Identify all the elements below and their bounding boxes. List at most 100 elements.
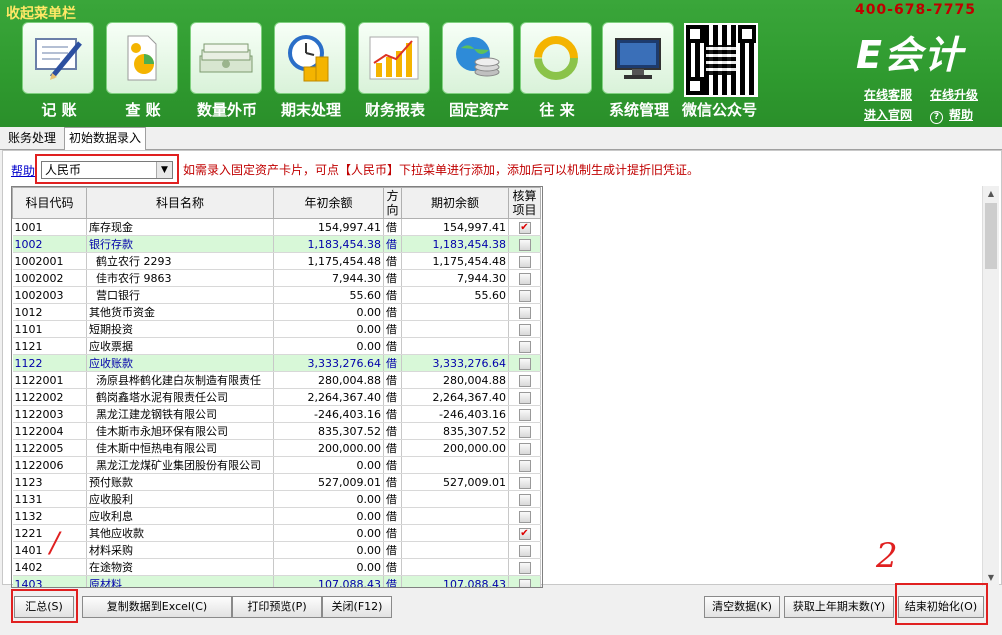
checkbox[interactable] xyxy=(518,391,531,404)
checkbox[interactable] xyxy=(518,238,531,251)
cell-year-balance[interactable]: 0.00 xyxy=(273,456,384,474)
cell-opening-balance[interactable] xyxy=(401,303,509,321)
tab-accounting[interactable]: 账务处理 xyxy=(4,128,60,148)
table-row[interactable]: 1122005 佳木斯中恒热电有限公司 200,000.00 借 200,000.00 xyxy=(12,439,541,457)
cell-name[interactable]: 在途物资 xyxy=(86,558,274,576)
cell-code[interactable]: 1403 xyxy=(12,575,87,587)
table-row[interactable]: 1002002 佳市农行 9863 7,944.30 借 7,944.30 xyxy=(12,269,541,287)
checked-checkbox[interactable]: ✔ xyxy=(518,527,531,540)
cell-code[interactable]: 1402 xyxy=(12,558,87,576)
col-header-name[interactable]: 科目名称 xyxy=(86,187,274,219)
checkbox[interactable] xyxy=(518,459,531,472)
cell-year-balance[interactable]: 0.00 xyxy=(273,524,384,542)
cell-code[interactable]: 1122 xyxy=(12,354,87,372)
cell-direction[interactable]: 借 xyxy=(383,439,402,457)
cell-direction[interactable]: 借 xyxy=(383,490,402,508)
official-site-link[interactable]: 进入官网 xyxy=(864,106,912,123)
cell-name[interactable]: 佳木斯中恒热电有限公司 xyxy=(86,439,274,457)
col-header-direction[interactable]: 方向 xyxy=(383,187,402,219)
col-header-year-balance[interactable]: 年初余额 xyxy=(273,187,384,219)
scroll-thumb[interactable] xyxy=(985,203,997,269)
checkbox[interactable] xyxy=(518,255,531,268)
cell-opening-balance[interactable] xyxy=(401,524,509,542)
cell-code[interactable]: 1002001 xyxy=(12,252,87,270)
cell-year-balance[interactable]: 2,264,367.40 xyxy=(273,388,384,406)
cell-code[interactable]: 1122002 xyxy=(12,388,87,406)
cell-name[interactable]: 应收账款 xyxy=(86,354,274,372)
cell-year-balance[interactable]: 107,088.43 xyxy=(273,575,384,587)
copy-to-excel-button[interactable]: 复制数据到Excel(C) xyxy=(82,596,232,618)
checkbox[interactable] xyxy=(518,476,531,489)
tool-receivables-payables[interactable]: 往 来 xyxy=(520,22,594,120)
cell-year-balance[interactable]: 1,183,454.38 xyxy=(273,235,384,253)
print-preview-button[interactable]: 打印预览(P) xyxy=(232,596,322,618)
chevron-down-icon[interactable]: ▼ xyxy=(156,162,172,178)
cell-code[interactable]: 1012 xyxy=(12,303,87,321)
help-link-inline[interactable]: 帮助 xyxy=(11,162,35,179)
cell-year-balance[interactable]: 0.00 xyxy=(273,337,384,355)
cell-direction[interactable]: 借 xyxy=(383,235,402,253)
cell-opening-balance[interactable]: 200,000.00 xyxy=(401,439,509,457)
cell-year-balance[interactable]: 280,004.88 xyxy=(273,371,384,389)
checkbox[interactable] xyxy=(518,306,531,319)
tool-fixed-assets[interactable]: 固定资产 xyxy=(442,22,516,120)
cell-name[interactable]: 佳木斯市永旭环保有限公司 xyxy=(86,422,274,440)
cell-year-balance[interactable]: 0.00 xyxy=(273,303,384,321)
cell-name[interactable]: 鹤岗鑫塔水泥有限责任公司 xyxy=(86,388,274,406)
cell-direction[interactable]: 借 xyxy=(383,558,402,576)
col-header-opening-balance[interactable]: 期初余额 xyxy=(401,187,509,219)
table-row[interactable]: 1002 银行存款 1,183,454.38 借 1,183,454.38 xyxy=(12,235,541,253)
cell-code[interactable]: 1121 xyxy=(12,337,87,355)
cell-opening-balance[interactable]: 1,183,454.38 xyxy=(401,235,509,253)
checkbox[interactable] xyxy=(518,374,531,387)
cell-name[interactable]: 黑龙江建龙钢铁有限公司 xyxy=(86,405,274,423)
help-link[interactable]: ? 帮助 xyxy=(930,106,973,124)
checkbox[interactable] xyxy=(518,578,531,587)
checkbox[interactable] xyxy=(518,340,531,353)
cell-code[interactable]: 1002 xyxy=(12,235,87,253)
cell-year-balance[interactable]: -246,403.16 xyxy=(273,405,384,423)
clear-data-button[interactable]: 清空数据(K) xyxy=(704,596,780,618)
table-row[interactable]: 1131 应收股利 0.00 借 xyxy=(12,490,541,508)
checkbox[interactable] xyxy=(518,289,531,302)
cell-name[interactable]: 汤原县桦鹤化建白灰制造有限责任 xyxy=(86,371,274,389)
cell-opening-balance[interactable]: 2,264,367.40 xyxy=(401,388,509,406)
col-header-code[interactable]: 科目代码 xyxy=(12,187,87,219)
cell-opening-balance[interactable]: 3,333,276.64 xyxy=(401,354,509,372)
cell-year-balance[interactable]: 0.00 xyxy=(273,320,384,338)
cell-name[interactable]: 应收利息 xyxy=(86,507,274,525)
cell-direction[interactable]: 借 xyxy=(383,388,402,406)
cell-direction[interactable]: 借 xyxy=(383,473,402,491)
tab-initial-data-entry[interactable]: 初始数据录入 xyxy=(64,127,147,150)
cell-direction[interactable]: 借 xyxy=(383,541,402,559)
cell-opening-balance[interactable] xyxy=(401,456,509,474)
cell-year-balance[interactable]: 3,333,276.64 xyxy=(273,354,384,372)
checked-checkbox[interactable]: ✔ xyxy=(518,221,531,234)
tool-financial-reports[interactable]: 财务报表 xyxy=(358,22,432,120)
cell-opening-balance[interactable]: -246,403.16 xyxy=(401,405,509,423)
table-row[interactable]: 1122001 汤原县桦鹤化建白灰制造有限责任 280,004.88 借 280,00… xyxy=(12,371,541,389)
cell-year-balance[interactable]: 1,175,454.48 xyxy=(273,252,384,270)
checkbox[interactable] xyxy=(518,442,531,455)
checkbox[interactable] xyxy=(518,357,531,370)
tool-system-management[interactable]: 系统管理 xyxy=(602,22,676,120)
tool-period-end[interactable]: 期末处理 xyxy=(274,22,348,120)
fetch-last-year-button[interactable]: 获取上年期末数(Y) xyxy=(784,596,894,618)
cell-opening-balance[interactable]: 154,997.41 xyxy=(401,218,509,236)
checkbox[interactable] xyxy=(518,493,531,506)
cell-code[interactable]: 1122003 xyxy=(12,405,87,423)
table-row[interactable]: 1001 库存现金 154,997.41 借 154,997.41 ✔ xyxy=(12,218,541,236)
cell-direction[interactable]: 借 xyxy=(383,269,402,287)
scroll-up-icon[interactable]: ▲ xyxy=(983,186,999,202)
table-row[interactable]: 1403 原材料 107,088.43 借 107,088.43 xyxy=(12,575,541,587)
cell-code[interactable]: 1123 xyxy=(12,473,87,491)
table-row[interactable]: 1002003 营口银行 55.60 借 55.60 xyxy=(12,286,541,304)
cell-year-balance[interactable]: 835,307.52 xyxy=(273,422,384,440)
tool-check-accounts[interactable]: 查 账 xyxy=(106,22,180,120)
checkbox[interactable] xyxy=(518,544,531,557)
cell-code[interactable]: 1101 xyxy=(12,320,87,338)
cell-year-balance[interactable]: 0.00 xyxy=(273,558,384,576)
cell-opening-balance[interactable] xyxy=(401,337,509,355)
cell-opening-balance[interactable] xyxy=(401,507,509,525)
checkbox[interactable] xyxy=(518,323,531,336)
